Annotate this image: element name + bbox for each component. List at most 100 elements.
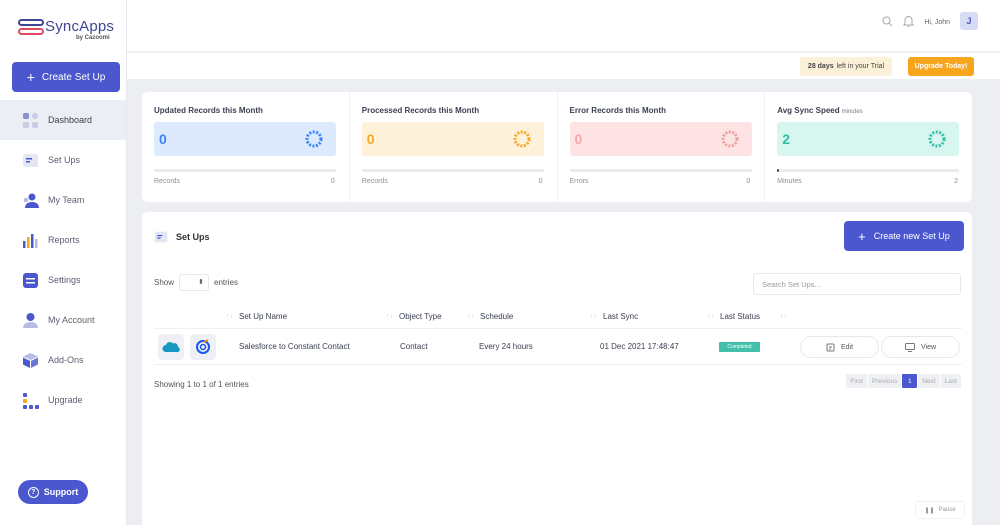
stat-updated-records: Updated Records this Month 0 Records 0 <box>142 92 350 202</box>
create-setup-button[interactable]: + Create Set Up <box>12 62 120 92</box>
salesforce-logo <box>158 334 184 360</box>
stat-processed-records: Processed Records this Month 0 Records 0 <box>350 92 558 202</box>
top-bar: Hi, John J <box>127 0 1000 52</box>
stat-box: 0 <box>361 122 544 156</box>
pager-previous[interactable]: Previous <box>868 374 902 388</box>
column-last-sync[interactable]: ↑↓ Last Sync <box>590 312 638 321</box>
user-greeting: Hi, John <box>924 18 950 26</box>
donut-icon <box>928 130 946 148</box>
page-length-control: Show entries <box>154 274 238 291</box>
syncapps-logo-mark <box>18 19 44 35</box>
stat-value: 0 <box>366 131 375 147</box>
stat-foot-label: Errors <box>569 178 589 185</box>
column-setup-name[interactable]: ↑↓ Set Up Name <box>226 312 287 321</box>
last-sync: 01 Dec 2021 17:48:47 <box>600 342 679 351</box>
pager-last[interactable]: Last <box>940 374 961 388</box>
stat-value: 0 <box>574 131 583 147</box>
stat-error-records: Error Records this Month 0 Errors 0 <box>558 92 766 202</box>
column-schedule[interactable]: ↑↓ Schedule <box>467 312 513 321</box>
edit-icon <box>826 343 835 351</box>
show-label: Show <box>154 278 175 287</box>
brand-sub: by Cazoomi <box>76 35 110 41</box>
pager-next[interactable]: Next <box>918 374 940 388</box>
search-setups-input[interactable] <box>753 273 961 295</box>
create-new-setup-label: Create new Set Up <box>873 231 950 241</box>
pause-label: Pause <box>938 507 956 513</box>
table-row: Salesforce to Constant Contact Contact E… <box>154 329 962 365</box>
stat-value: 2 <box>782 131 791 147</box>
sort-icon: ↑↓ <box>707 313 714 320</box>
stat-foot-value: 0 <box>330 178 335 185</box>
stat-title: Processed Records this Month <box>361 106 480 115</box>
plus-icon: + <box>858 228 866 244</box>
sidebar-item-dashboard[interactable]: Dashboard <box>0 100 126 140</box>
column-last-status[interactable]: ↑↓ Last Status ↑↓ <box>707 312 787 321</box>
sidebar-item-settings[interactable]: Settings <box>0 260 126 300</box>
search-icon[interactable] <box>882 16 893 27</box>
stat-box: 0 <box>154 122 336 156</box>
stat-box: 0 <box>569 122 752 156</box>
pause-icon: ❚❚ <box>924 507 935 514</box>
sort-icon: ↑↓ <box>467 313 474 320</box>
view-label: View <box>920 343 937 351</box>
column-object-type[interactable]: ↑↓ Object Type <box>386 312 442 321</box>
stat-foot-label: Minutes <box>777 178 802 185</box>
pause-button[interactable]: ❚❚ Pause <box>915 501 965 519</box>
sort-icon: ↑↓ <box>780 313 788 320</box>
sidebar-item-setups[interactable]: Set Ups <box>0 140 126 180</box>
trial-text: left in your Trial <box>836 63 885 70</box>
edit-button[interactable]: Edit <box>800 336 879 358</box>
constant-contact-logo <box>190 334 216 360</box>
plus-icon: + <box>26 69 35 85</box>
avatar[interactable]: J <box>960 12 978 30</box>
donut-icon <box>305 130 323 148</box>
setups-title: Set Ups <box>154 230 210 244</box>
entries-select[interactable] <box>179 274 210 291</box>
stat-avg-sync-speed: Avg Sync Speed minutes 2 Minutes 2 <box>765 92 972 202</box>
setup-name[interactable]: Salesforce to Constant Contact <box>239 342 350 351</box>
view-icon <box>904 342 915 352</box>
stat-title: Avg Sync Speed minutes <box>777 106 863 115</box>
help-icon: ? <box>27 486 39 498</box>
create-setup-label: Create Set Up <box>41 71 106 83</box>
stats-card: Updated Records this Month 0 Records 0 P… <box>142 92 972 202</box>
sidebar-item-label: My Account <box>48 315 95 325</box>
sort-icon: ↑↓ <box>386 313 393 320</box>
syncapps-logo[interactable]: SyncApps by Cazoomi <box>18 16 118 46</box>
top-bar-actions: Hi, John J <box>882 12 978 30</box>
setups-icon <box>154 231 168 243</box>
stat-title: Error Records this Month <box>569 106 666 115</box>
sidebar-item-label: Add-Ons <box>48 355 84 365</box>
sidebar-item-account[interactable]: My Account <box>0 300 126 340</box>
stat-foot-value: 0 <box>746 178 751 185</box>
sidebar-item-upgrade[interactable]: Upgrade <box>0 380 126 420</box>
account-icon <box>23 312 38 328</box>
sidebar-item-label: Upgrade <box>48 395 83 405</box>
setups-icon <box>23 153 38 167</box>
sidebar-item-label: Dashboard <box>48 115 93 125</box>
pager-page-1[interactable]: 1 <box>902 374 918 388</box>
trial-status: 28 days left in your Trial <box>800 57 892 76</box>
upgrade-button[interactable]: Upgrade Today! <box>908 57 974 76</box>
trial-bar: 28 days left in your Trial Upgrade Today… <box>127 53 1000 79</box>
support-button[interactable]: ? Support <box>18 480 88 504</box>
stat-value: 0 <box>159 131 167 147</box>
sidebar-item-reports[interactable]: Reports <box>0 220 126 260</box>
sidebar-item-team[interactable]: My Team <box>0 180 126 220</box>
pagination: First Previous 1 Next Last <box>846 374 961 388</box>
trial-days: 28 days <box>807 63 834 70</box>
view-button[interactable]: View <box>881 336 960 358</box>
stat-foot-value: 2 <box>954 178 958 185</box>
stat-title: Updated Records this Month <box>154 106 263 115</box>
sidebar-item-label: My Team <box>48 195 85 205</box>
upgrade-icon <box>23 392 39 409</box>
sidebar: SyncApps by Cazoomi + Create Set Up Dash… <box>0 0 127 525</box>
sidebar-item-addons[interactable]: Add-Ons <box>0 340 126 380</box>
setups-card: Set Ups + Create new Set Up Show entries… <box>142 212 972 525</box>
status-badge: Completed <box>719 342 760 352</box>
pager-first[interactable]: First <box>846 374 868 388</box>
create-new-setup-button[interactable]: + Create new Set Up <box>844 221 964 251</box>
bell-icon[interactable] <box>903 15 915 27</box>
stat-foot-label: Records <box>154 178 181 185</box>
team-icon <box>23 193 39 208</box>
